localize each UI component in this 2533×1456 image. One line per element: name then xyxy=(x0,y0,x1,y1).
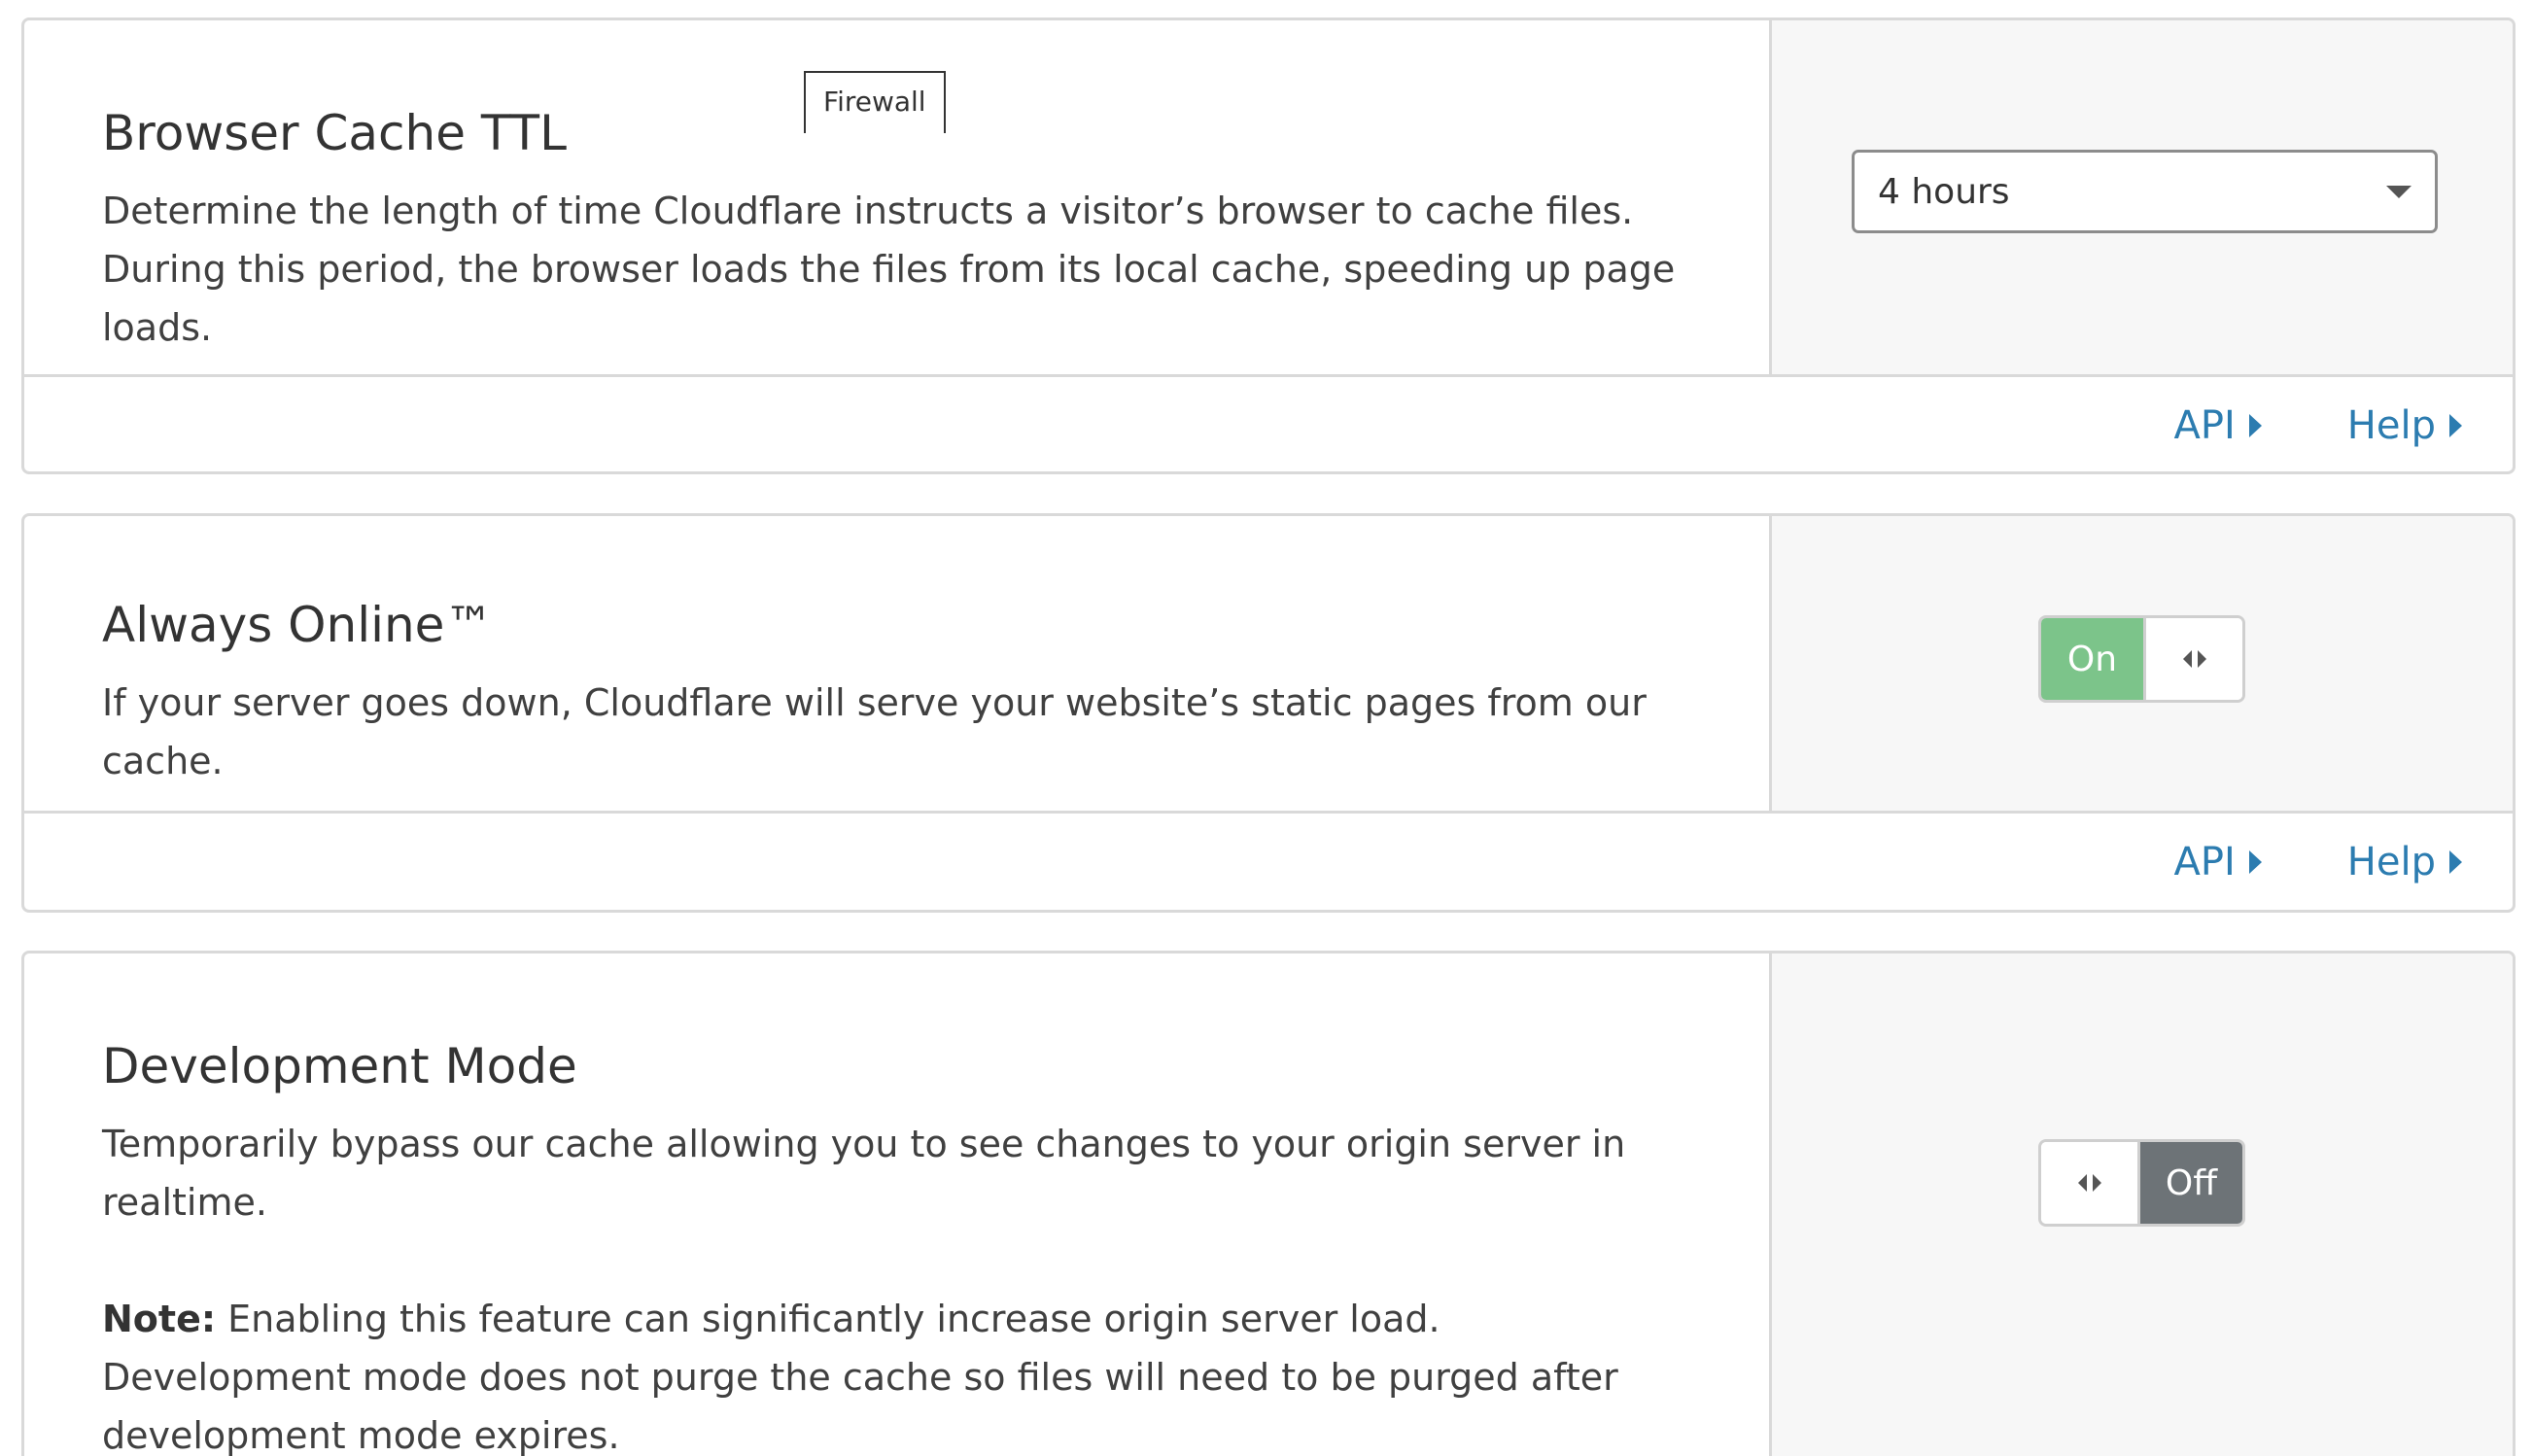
caret-down-icon xyxy=(2386,186,2412,198)
development-mode-main: Development Mode Temporarily bypass our … xyxy=(24,953,1769,1456)
caret-right-icon xyxy=(2449,850,2462,874)
drag-arrows-icon xyxy=(2077,1174,2101,1192)
always-online-footer: API Help xyxy=(24,814,2513,910)
drag-arrows-icon xyxy=(2182,650,2206,668)
caret-right-icon xyxy=(2248,850,2262,874)
always-online-help-link[interactable]: Help xyxy=(2347,840,2462,884)
browser-cache-ttl-select[interactable]: 4 hours xyxy=(1852,150,2438,233)
always-online-title: Always Online™ xyxy=(102,597,494,653)
browser-cache-ttl-api-link[interactable]: API xyxy=(2174,403,2262,448)
always-online-api-link[interactable]: API xyxy=(2174,840,2262,884)
note-label: Note: xyxy=(102,1298,217,1340)
api-link-label: API xyxy=(2173,840,2236,884)
toggle-handle xyxy=(2041,1142,2137,1224)
browser-cache-ttl-body: Browser Cache TTL Determine the length o… xyxy=(24,20,2513,377)
browser-cache-ttl-help-link[interactable]: Help xyxy=(2347,403,2462,448)
note-text: Enabling this feature can significantly … xyxy=(102,1298,1618,1456)
caret-right-icon xyxy=(2449,414,2462,437)
development-mode-body: Development Mode Temporarily bypass our … xyxy=(24,953,2513,1456)
browser-cache-ttl-control-panel: 4 hours xyxy=(1769,20,2513,374)
help-link-label: Help xyxy=(2346,403,2436,448)
development-mode-note: Note: Enabling this feature can signific… xyxy=(102,1290,1691,1456)
always-online-description: If your server goes down, Cloudflare wil… xyxy=(102,681,1647,782)
always-online-card: Always Online™ If your server goes down,… xyxy=(21,513,2516,913)
always-online-main: Always Online™ If your server goes down,… xyxy=(24,516,1769,811)
browser-cache-ttl-description: Determine the length of time Cloudflare … xyxy=(102,190,1676,349)
firewall-tag[interactable]: Firewall xyxy=(804,71,946,133)
always-online-control-panel: On xyxy=(1769,516,2513,811)
toggle-on-segment: On xyxy=(2041,618,2146,700)
browser-cache-ttl-card: Browser Cache TTL Determine the length o… xyxy=(21,17,2516,474)
development-mode-description: Temporarily bypass our cache allowing yo… xyxy=(102,1123,1626,1224)
toggle-handle xyxy=(2146,618,2242,700)
caret-right-icon xyxy=(2248,414,2262,437)
development-mode-card: Development Mode Temporarily bypass our … xyxy=(21,951,2516,1456)
help-link-label: Help xyxy=(2346,840,2436,884)
development-mode-control-panel: Off xyxy=(1769,953,2513,1456)
always-online-toggle[interactable]: On xyxy=(2038,615,2245,703)
development-mode-title: Development Mode xyxy=(102,1038,577,1094)
browser-cache-ttl-main: Browser Cache TTL Determine the length o… xyxy=(24,20,1769,374)
development-mode-toggle[interactable]: Off xyxy=(2038,1139,2245,1227)
browser-cache-ttl-select-value: 4 hours xyxy=(1878,171,2010,212)
api-link-label: API xyxy=(2173,403,2236,448)
browser-cache-ttl-footer: API Help xyxy=(24,377,2513,471)
toggle-off-segment: Off xyxy=(2137,1142,2242,1224)
always-online-body: Always Online™ If your server goes down,… xyxy=(24,516,2513,814)
